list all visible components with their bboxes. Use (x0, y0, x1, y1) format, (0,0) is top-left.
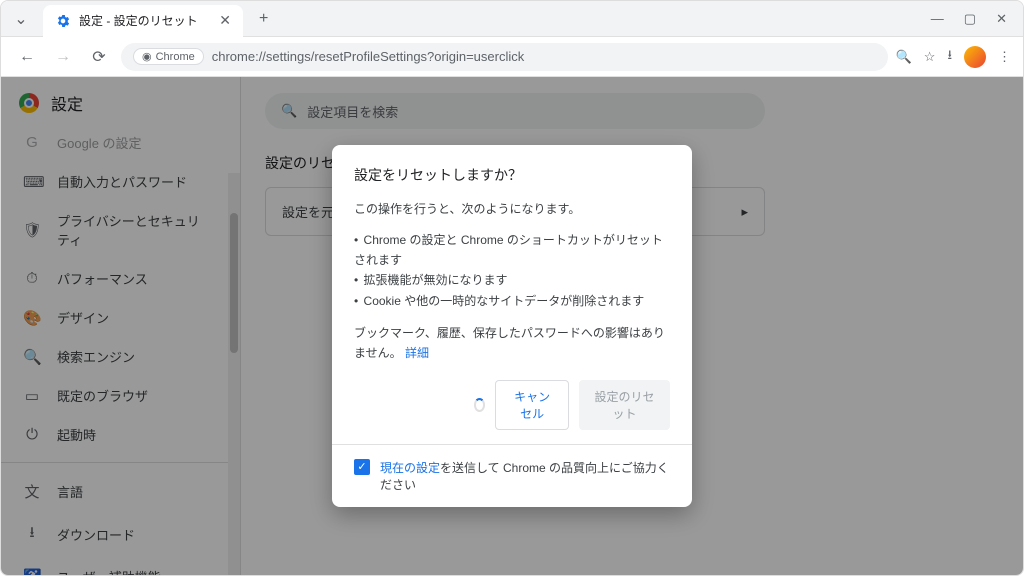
dialog-title: 設定をリセットしますか？ (354, 165, 670, 185)
dialog-note: ブックマーク、履歴、保存したパスワードへの影響はありません。 詳細 (354, 323, 670, 364)
dialog-bullet: 拡張機能が無効になります (354, 270, 670, 290)
maximize-icon[interactable]: ▢ (964, 11, 976, 27)
tab-title: 設定 - 設定のリセット (79, 12, 198, 29)
details-link[interactable]: 詳細 (405, 346, 429, 360)
bookmark-icon[interactable]: ☆ (924, 49, 936, 65)
browser-tab[interactable]: 設定 - 設定のリセット ✕ (43, 5, 243, 37)
forward-icon[interactable]: → (49, 43, 77, 71)
download-icon[interactable]: ⭳ (947, 46, 952, 68)
modal-overlay: 設定をリセットしますか？ この操作を行うと、次のようになります。 Chrome … (1, 77, 1023, 575)
new-tab-button[interactable]: + (251, 10, 276, 28)
titlebar: ⌄ 設定 - 設定のリセット ✕ + — ▢ ✕ (1, 1, 1023, 37)
dialog-intro: この操作を行うと、次のようになります。 (354, 199, 670, 219)
reload-icon[interactable]: ⟳ (85, 43, 113, 71)
gear-icon (55, 13, 71, 29)
close-icon[interactable]: ✕ (996, 11, 1007, 27)
back-icon[interactable]: ← (13, 43, 41, 71)
reset-confirm-button[interactable]: 設定のリセット (579, 380, 670, 430)
dialog-bullet: Chrome の設定と Chrome のショートカットがリセットされます (354, 230, 670, 271)
minimize-icon[interactable]: — (931, 11, 944, 27)
search-icon[interactable]: 🔍 (896, 49, 912, 65)
browser-window: ⌄ 設定 - 設定のリセット ✕ + — ▢ ✕ ← → ⟳ ◉ Chrome … (0, 0, 1024, 576)
cancel-button[interactable]: キャンセル (495, 380, 569, 430)
window-controls: — ▢ ✕ (915, 11, 1023, 27)
dialog-bullet-list: Chrome の設定と Chrome のショートカットがリセットされます 拡張機… (354, 230, 670, 312)
url-field[interactable]: ◉ Chrome chrome://settings/resetProfileS… (121, 43, 888, 71)
url-chip: ◉ Chrome (133, 48, 204, 65)
tab-dropdown-icon[interactable]: ⌄ (7, 5, 35, 33)
url-text: chrome://settings/resetProfileSettings?o… (212, 49, 525, 64)
content-area: 設定 GGoogle の設定 ⌨自動入力とパスワード 🛡プライバシーとセキュリテ… (1, 77, 1023, 575)
address-bar: ← → ⟳ ◉ Chrome chrome://settings/resetPr… (1, 37, 1023, 77)
report-checkbox[interactable]: ✓ (354, 459, 370, 475)
checkbox-label: 現在の設定を送信して Chrome の品質向上にご協力ください (380, 459, 670, 493)
reset-dialog: 設定をリセットしますか？ この操作を行うと、次のようになります。 Chrome … (332, 145, 692, 507)
loading-spinner-icon (474, 398, 485, 412)
tab-close-icon[interactable]: ✕ (219, 12, 231, 29)
dialog-footer: ✓ 現在の設定を送信して Chrome の品質向上にご協力ください (332, 444, 692, 507)
menu-icon[interactable]: ⋮ (998, 49, 1011, 65)
profile-avatar[interactable] (964, 46, 986, 68)
chrome-chip-icon: ◉ (142, 50, 152, 63)
dialog-bullet: Cookie や他の一時的なサイトデータが削除されます (354, 291, 670, 311)
current-settings-link[interactable]: 現在の設定 (380, 461, 440, 475)
